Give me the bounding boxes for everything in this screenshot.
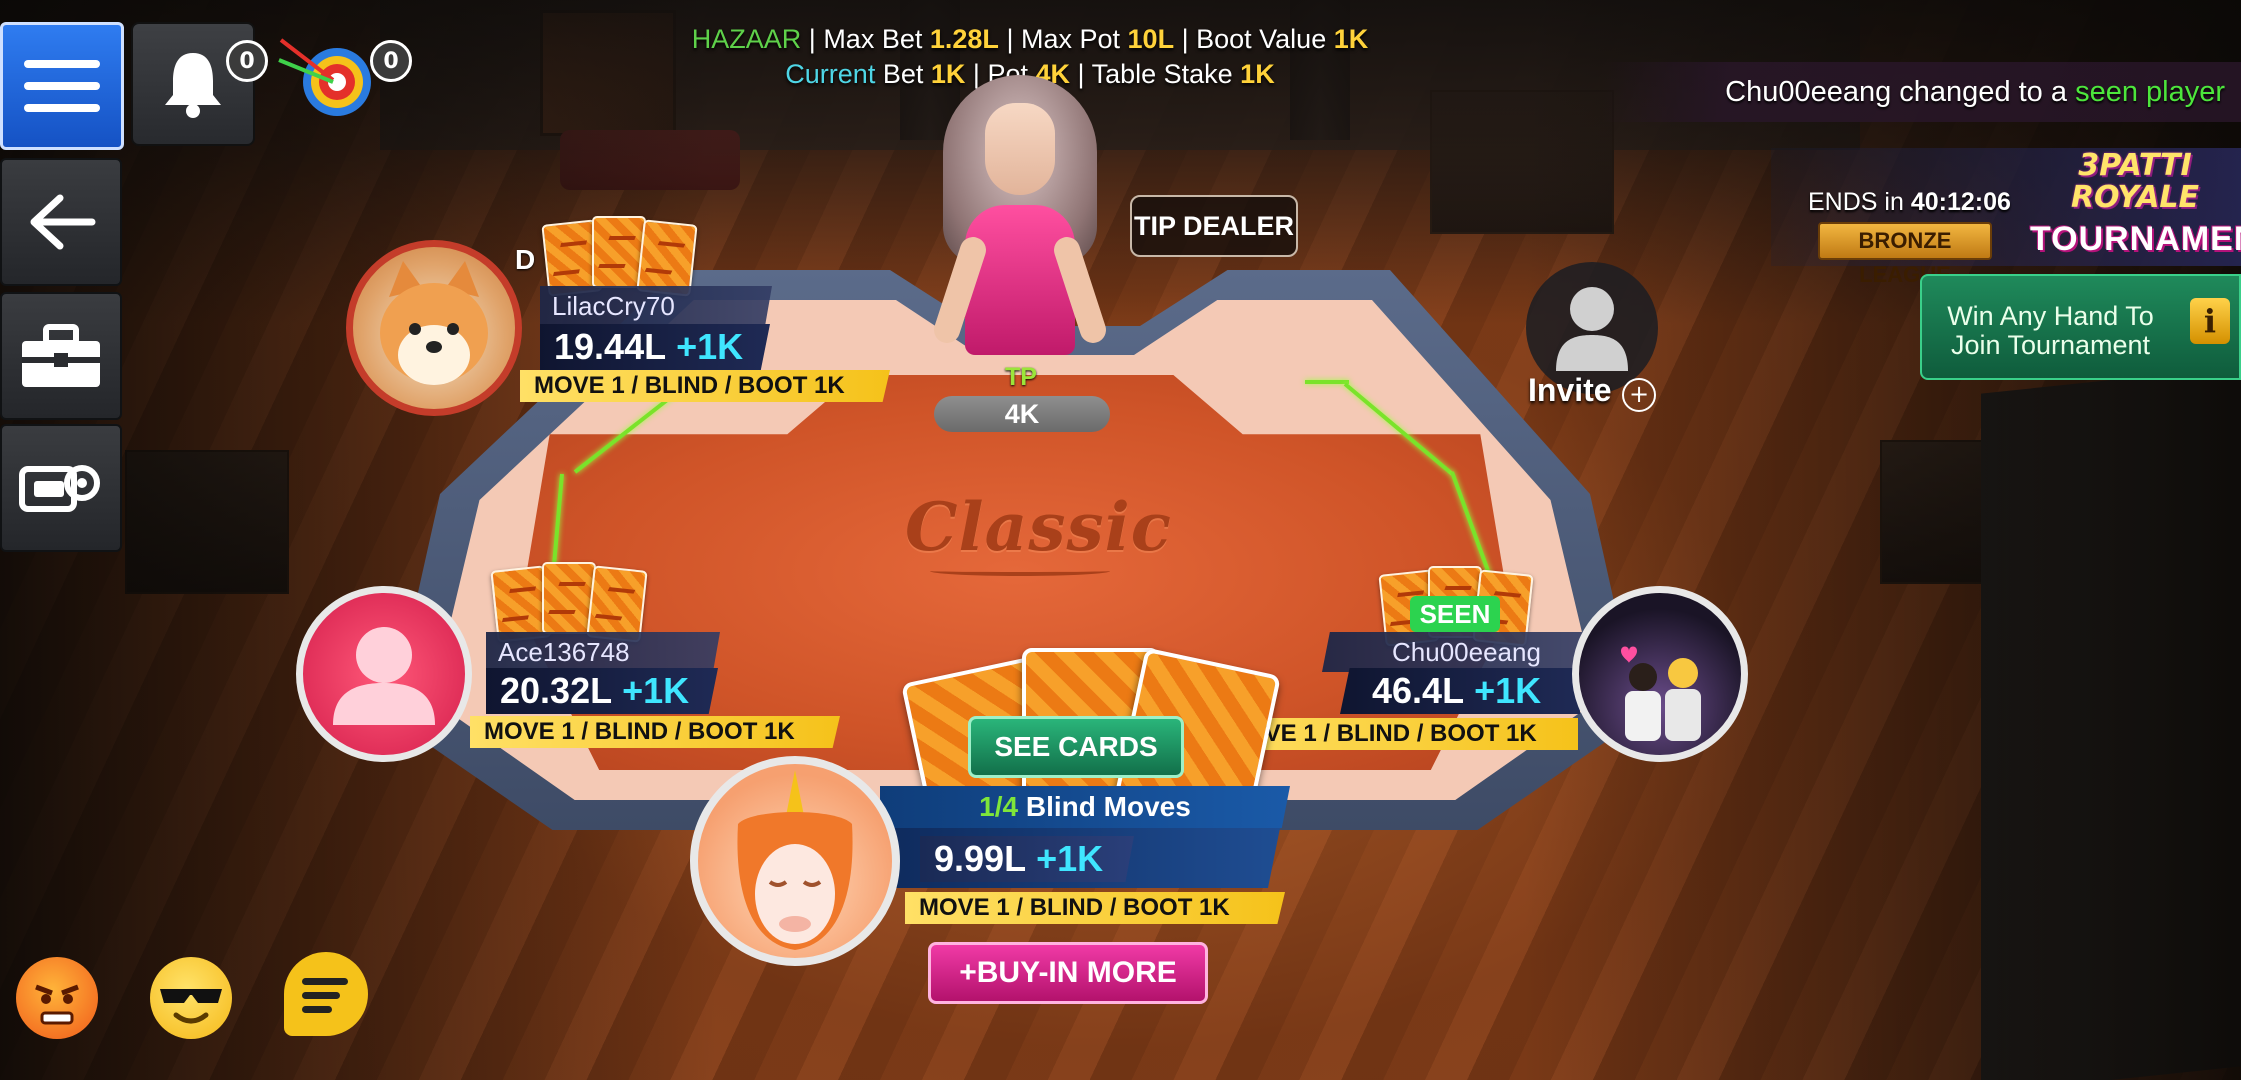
dealer-character <box>930 75 1110 365</box>
angry-face-icon <box>35 984 79 1025</box>
max-bet-value: 1.28L <box>929 24 999 54</box>
tournament-logo-title: 3PATTI ROYALE <box>2070 148 2200 215</box>
player-status: MOVE 1 / BLIND / BOOT 1K <box>520 370 890 402</box>
dartboard-icon <box>278 38 371 116</box>
player-name: LilacCry70 <box>540 286 772 326</box>
seen-badge: SEEN <box>1410 596 1500 632</box>
missions-count-badge: 0 <box>370 40 412 82</box>
bet-amount: +1K <box>676 326 744 367</box>
table-settings-button[interactable] <box>0 424 122 552</box>
menu-button[interactable] <box>0 22 124 150</box>
max-bet-label: Max Bet <box>823 24 923 54</box>
tournament-logo-subtitle: TOURNAMENT <box>2030 220 2241 258</box>
back-button[interactable] <box>0 158 122 286</box>
tournament-ends: ENDS in 40:12:06 <box>1808 188 2011 217</box>
player-card <box>636 219 698 297</box>
user-silhouette-icon <box>333 627 435 725</box>
event-message-highlight: seen player <box>2075 76 2225 108</box>
bet-label: Bet <box>882 59 924 89</box>
missions-button[interactable] <box>275 30 375 130</box>
tp-logo: TP <box>1005 363 1037 391</box>
bell-icon <box>165 53 221 118</box>
ends-label: ENDS in <box>1808 188 1904 216</box>
shiba-avatar-icon <box>380 261 488 385</box>
user-placeholder-icon <box>1556 287 1628 371</box>
bet-amount: +1K <box>1474 670 1542 711</box>
player-chips: 46.4L +1K <box>1340 668 1580 714</box>
max-pot-value: 10L <box>1127 24 1175 54</box>
turn-timer-line <box>1305 380 1349 384</box>
player-avatar-dog[interactable] <box>346 240 522 416</box>
table-info-line-1: HAZAAR | Max Bet 1.28L | Max Pot 10L | B… <box>691 24 1369 54</box>
unicorn-avatar-icon <box>737 770 853 950</box>
hamburger-icon <box>24 60 100 112</box>
tournament-logo: 3PATTI ROYALE TOURNAMENT <box>2030 148 2241 259</box>
ends-time: 40:12:06 <box>1910 188 2011 216</box>
player-chips: 9.99L +1K <box>920 836 1134 882</box>
player-chips: 19.44L +1K <box>540 324 770 370</box>
add-icon[interactable]: + <box>1622 378 1656 412</box>
angry-emoji-button[interactable] <box>16 957 98 1039</box>
player-name: Ace136748 <box>486 632 720 672</box>
tip-dealer-button[interactable]: TIP DEALER <box>1130 195 1298 257</box>
current-word: Current <box>785 59 876 89</box>
chat-icon <box>302 978 348 1013</box>
photo-avatar-icon <box>1621 646 1701 741</box>
invite-label[interactable]: Invite <box>1528 372 1612 409</box>
chip-amount: 9.99L <box>934 838 1027 879</box>
player-card <box>586 565 648 643</box>
toolbox-icon <box>22 324 100 387</box>
event-message-text: Chu00eeang changed to a <box>1725 76 2067 108</box>
chip-amount: 19.44L <box>554 326 667 367</box>
player-avatar-photo[interactable] <box>1572 586 1748 762</box>
cards-gear-icon <box>19 465 100 512</box>
bet-amount: +1K <box>1036 838 1104 879</box>
toolbox-button[interactable] <box>0 292 122 420</box>
info-icon[interactable]: i <box>2190 298 2230 344</box>
league-badge: BRONZE LEAGUE <box>1818 222 1992 287</box>
chat-button[interactable] <box>284 952 368 1036</box>
cool-emoji-button[interactable] <box>150 957 232 1039</box>
self-avatar[interactable] <box>690 756 900 966</box>
table-variant-swash <box>930 566 1110 576</box>
pot-display: 4K <box>934 396 1110 432</box>
player-status: MOVE 1 / BLIND / BOOT 1K <box>905 892 1285 924</box>
notifications-button[interactable] <box>131 22 255 146</box>
table-stake-value: 1K <box>1240 59 1275 89</box>
win-line-1: Win Any Hand To <box>1947 301 2154 331</box>
max-pot-label: Max Pot <box>1020 24 1121 54</box>
sunglasses-face-icon <box>160 989 222 1024</box>
blind-moves-label: Blind Moves <box>1025 791 1191 822</box>
table-variant-label: Classic <box>905 488 1172 566</box>
table-stake-label: Table Stake <box>1091 59 1233 89</box>
win-line-2: Join Tournament <box>1950 330 2151 360</box>
blind-moves-banner: 1/4 Blind Moves <box>880 786 1290 828</box>
room-name: HAZAAR <box>691 24 802 54</box>
blind-moves-count: 1/4 <box>979 791 1019 822</box>
buy-in-more-button[interactable]: +BUY-IN MORE <box>928 942 1208 1004</box>
chip-amount: 20.32L <box>500 670 613 711</box>
back-arrow-icon <box>30 194 96 250</box>
player-chips: 20.32L +1K <box>486 668 718 714</box>
boot-value: 1K <box>1333 24 1369 54</box>
dealer-marker: D <box>515 244 536 275</box>
boot-value-label: Boot Value <box>1196 24 1327 54</box>
player-avatar-default[interactable] <box>296 586 472 762</box>
player-name: Chu00eeang <box>1322 632 1584 672</box>
bet-amount: +1K <box>622 670 690 711</box>
notification-count-badge: 0 <box>226 40 268 82</box>
chip-amount: 46.4L <box>1372 670 1465 711</box>
player-status: MOVE 1 / BLIND / BOOT 1K <box>470 716 840 748</box>
event-message: Chu00eeang changed to a seen player <box>1601 62 2241 122</box>
see-cards-button[interactable]: SEE CARDS <box>968 716 1184 778</box>
